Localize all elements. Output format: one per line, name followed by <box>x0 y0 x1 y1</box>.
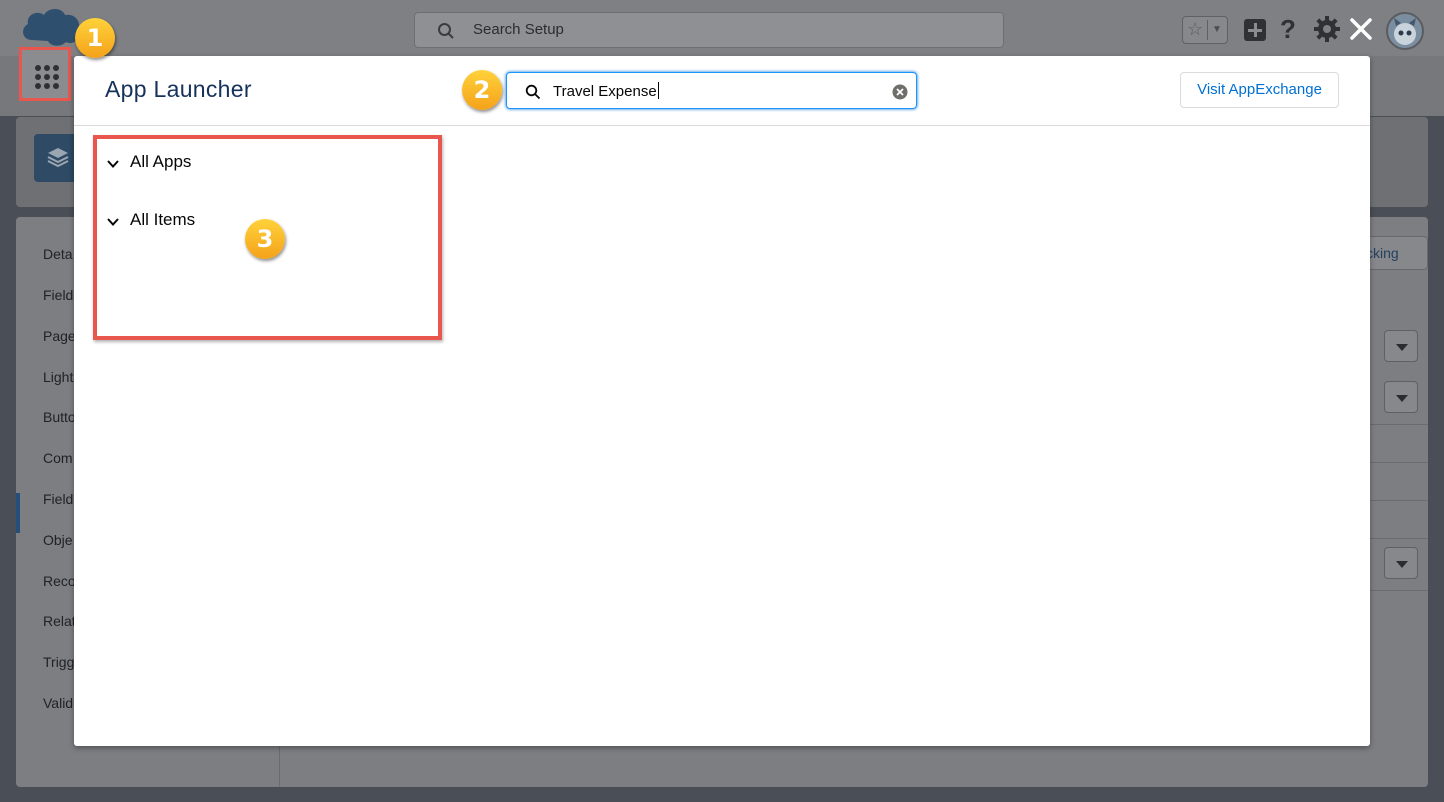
sidenav-item[interactable]: Light <box>43 369 73 385</box>
sidenav-item[interactable]: Butto <box>43 409 76 425</box>
sidenav-item[interactable]: Com <box>43 450 73 466</box>
search-icon <box>438 23 454 39</box>
modal-title: App Launcher <box>105 76 252 102</box>
waffle-grid-icon <box>35 65 59 89</box>
row-actions-dropdown[interactable] <box>1384 330 1418 362</box>
gear-icon[interactable] <box>1313 15 1341 43</box>
sidenav-item[interactable]: Trigg <box>43 654 74 670</box>
section-label: All Items <box>130 210 196 229</box>
avatar-icon[interactable] <box>1386 12 1424 50</box>
question-mark-icon[interactable]: ? <box>1280 14 1296 45</box>
section-label: All Apps <box>130 152 192 171</box>
sidenav-item[interactable]: Deta <box>43 246 73 262</box>
visit-appexchange-button[interactable]: Visit AppExchange <box>1180 72 1339 108</box>
clear-icon[interactable] <box>892 84 908 100</box>
sidenav-item[interactable]: Field <box>43 287 73 303</box>
sidenav-item[interactable]: Obje <box>43 532 73 548</box>
modal-header: App Launcher Travel Expense Visit AppExc… <box>74 56 1370 126</box>
callout-badge: 1 <box>75 18 115 58</box>
close-icon[interactable] <box>1347 15 1375 43</box>
favorites-divider <box>1207 20 1208 40</box>
sidenav-item[interactable]: Field <box>43 491 73 507</box>
sidenav-item[interactable]: Relat <box>43 613 76 629</box>
active-nav-indicator <box>16 493 20 533</box>
chevron-down-icon <box>107 160 119 168</box>
star-icon: ☆ <box>1187 19 1204 39</box>
app-launcher-button[interactable] <box>19 47 71 101</box>
favorites-button[interactable]: ☆ ▼ <box>1182 16 1228 44</box>
search-value: Travel Expense <box>553 82 659 100</box>
chevron-down-icon[interactable]: ▼ <box>1212 24 1222 35</box>
avatar-face <box>1394 18 1416 45</box>
app-launcher-search-input[interactable]: Travel Expense <box>506 72 917 109</box>
sidenav-item[interactable]: Reco <box>43 573 76 589</box>
search-icon <box>525 84 541 100</box>
salesforce-cloud-icon[interactable] <box>20 6 82 48</box>
row-actions-dropdown[interactable] <box>1384 547 1418 579</box>
setup-search-input[interactable]: Search Setup <box>414 12 1004 48</box>
callout-badge: 3 <box>245 219 285 259</box>
text-cursor <box>657 82 659 99</box>
sidenav-item[interactable]: Page <box>43 328 76 344</box>
sidenav-item[interactable]: Valid <box>43 695 73 711</box>
callout-badge: 2 <box>462 70 502 110</box>
row-actions-dropdown[interactable] <box>1384 381 1418 413</box>
search-value-text: Travel Expense <box>553 83 657 100</box>
setup-search-placeholder: Search Setup <box>473 21 564 38</box>
plus-icon[interactable] <box>1244 19 1266 41</box>
app-launcher-modal: App Launcher Travel Expense Visit AppExc… <box>74 56 1370 746</box>
chevron-down-icon <box>107 218 119 226</box>
